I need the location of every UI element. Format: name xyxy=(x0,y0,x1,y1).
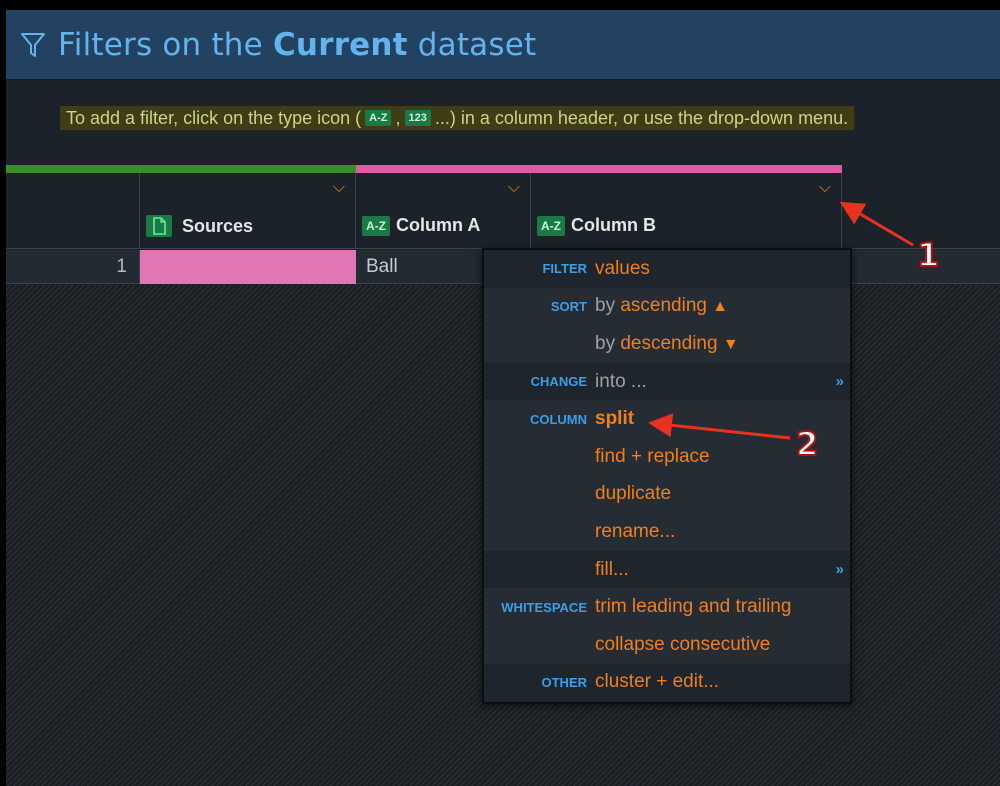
menu-item-sort-descending[interactable]: by descending ▼ xyxy=(484,325,850,363)
cell-sources[interactable] xyxy=(140,250,356,284)
menu-action[interactable]: cluster + edit... xyxy=(595,671,719,693)
column-label: A-Z Column B xyxy=(537,215,656,236)
menu-action[interactable]: values xyxy=(595,258,650,280)
hint-text-start: To add a filter, click on the type icon … xyxy=(66,107,362,128)
page-title: Filters on the Current dataset xyxy=(58,27,536,63)
title-suffix: dataset xyxy=(407,26,537,63)
filter-hint: To add a filter, click on the type icon … xyxy=(60,106,855,130)
menu-action-text: descending xyxy=(620,332,718,354)
column-group-bar-green xyxy=(6,165,356,173)
menu-section-label: COLUMN xyxy=(529,411,587,427)
column-name: Column B xyxy=(571,215,656,235)
text-type-icon[interactable]: A-Z xyxy=(537,215,565,236)
title-prefix: Filters on the xyxy=(58,26,273,63)
page-header: Filters on the Current dataset xyxy=(6,10,1000,80)
row-number-header xyxy=(6,173,140,249)
number-type-tag: 123 xyxy=(404,110,431,126)
menu-action[interactable]: rename... xyxy=(595,521,675,543)
hint-separator: , xyxy=(395,107,401,128)
column-header-sources[interactable]: ⌵ Sources xyxy=(140,173,356,249)
menu-section-label: OTHER xyxy=(541,674,588,690)
menu-action[interactable]: by ascending ▲ xyxy=(595,295,728,317)
column-name: Column A xyxy=(396,215,481,235)
row-number: 1 xyxy=(6,250,140,284)
chevron-down-icon[interactable]: ⌵ xyxy=(333,179,345,197)
menu-action[interactable]: find + replace xyxy=(595,446,710,468)
text-type-icon[interactable]: A-Z xyxy=(362,215,390,236)
menu-item-cluster-edit[interactable]: OTHER cluster + edit... xyxy=(484,664,850,702)
text-type-tag: A-Z xyxy=(365,110,392,126)
menu-item-collapse[interactable]: collapse consecutive xyxy=(484,626,850,664)
chevron-down-icon[interactable]: ⌵ xyxy=(819,179,831,197)
column-header-a[interactable]: ⌵ A-Z Column A xyxy=(356,173,531,249)
menu-action[interactable]: duplicate xyxy=(595,483,671,505)
column-label: A-Z Column A xyxy=(362,215,480,236)
column-name: Sources xyxy=(182,215,254,236)
menu-item-trim[interactable]: WHITESPACE trim leading and trailing xyxy=(484,588,850,626)
menu-item-rename[interactable]: rename... xyxy=(484,513,850,551)
title-emphasis: Current xyxy=(272,26,408,63)
triangle-up-icon: ▲ xyxy=(712,298,729,316)
menu-action[interactable]: by descending ▼ xyxy=(595,333,739,355)
annotation-number-2: 2 xyxy=(795,424,819,464)
menu-section-label: WHITESPACE xyxy=(501,599,587,615)
annotation-number-1: 1 xyxy=(916,235,940,275)
triangle-down-icon: ▼ xyxy=(722,335,739,353)
chevron-down-icon[interactable]: ⌵ xyxy=(508,179,520,197)
column-header-row: ⌵ Sources ⌵ A-Z Column A ⌵ A-Z Column B xyxy=(6,173,1000,249)
menu-item-filter-values[interactable]: FILTER values xyxy=(484,250,850,288)
filter-icon xyxy=(21,32,45,57)
menu-action-prefix: by xyxy=(595,332,616,354)
column-label: Sources xyxy=(146,215,253,237)
submenu-arrow-icon[interactable]: » xyxy=(836,373,844,390)
menu-action[interactable]: split xyxy=(595,408,634,430)
menu-section-label: CHANGE xyxy=(530,374,587,390)
column-header-b[interactable]: ⌵ A-Z Column B xyxy=(531,173,842,249)
menu-section-label: FILTER xyxy=(542,261,587,277)
column-dropdown-menu: FILTER values SORT by ascending ▲ by des… xyxy=(482,248,852,704)
menu-action-text: ascending xyxy=(620,295,707,317)
menu-section-label: SORT xyxy=(550,298,587,314)
menu-action-prefix: by xyxy=(595,295,616,317)
menu-action[interactable]: collapse consecutive xyxy=(595,634,770,656)
menu-item-change-into[interactable]: CHANGE into ... » xyxy=(484,363,850,401)
menu-action[interactable]: fill... xyxy=(595,559,629,581)
menu-action[interactable]: trim leading and trailing xyxy=(595,596,791,618)
column-group-bar-pink xyxy=(356,165,842,173)
document-icon[interactable] xyxy=(146,215,172,237)
menu-action[interactable]: into ... xyxy=(595,371,647,393)
menu-item-duplicate[interactable]: duplicate xyxy=(484,475,850,514)
menu-item-fill[interactable]: fill... » xyxy=(484,551,850,589)
hint-text-end: ...) in a column header, or use the drop… xyxy=(434,107,849,128)
cell-column-a[interactable]: Ball xyxy=(356,250,481,284)
submenu-arrow-icon[interactable]: » xyxy=(836,561,844,578)
menu-item-sort-ascending[interactable]: SORT by ascending ▲ xyxy=(484,287,850,326)
